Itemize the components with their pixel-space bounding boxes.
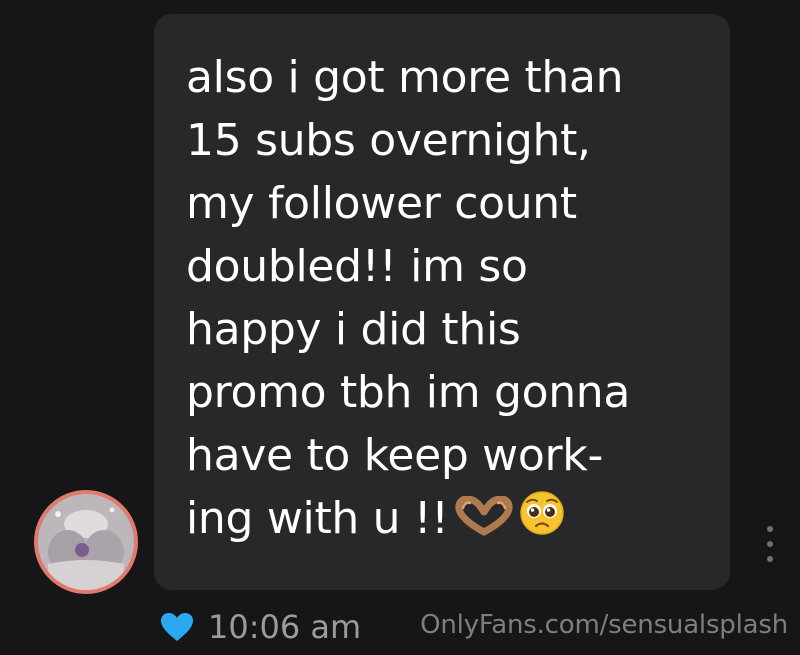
watermark: OnlyFans.com/sensualsplash bbox=[420, 610, 788, 640]
message-bubble[interactable]: also i got more than 15 subs overnight, … bbox=[154, 14, 730, 590]
message-line: my follower count bbox=[186, 178, 577, 229]
message-line: happy i did this bbox=[186, 304, 521, 355]
message-text: also i got more than 15 subs overnight, … bbox=[186, 46, 706, 553]
more-vertical-icon-dot bbox=[767, 556, 773, 562]
more-vertical-icon-dot bbox=[767, 541, 773, 547]
sender-avatar[interactable] bbox=[34, 490, 138, 594]
message-line: ing with u !! bbox=[186, 493, 449, 544]
message-line: also i got more than bbox=[186, 52, 624, 103]
message-meta: 10:06 am bbox=[160, 604, 361, 650]
heart-hands-emoji bbox=[455, 490, 513, 553]
pleading-face-emoji bbox=[519, 490, 565, 553]
message-line: promo tbh im gonna bbox=[186, 367, 631, 418]
avatar-photo bbox=[38, 494, 134, 590]
message-options-button[interactable] bbox=[760, 526, 780, 562]
heart-icon[interactable] bbox=[160, 612, 194, 642]
message-line: have to keep work- bbox=[186, 430, 604, 481]
message-timestamp: 10:06 am bbox=[208, 608, 362, 646]
message-line: 15 subs overnight, bbox=[186, 115, 591, 166]
chat-screen: also i got more than 15 subs overnight, … bbox=[0, 0, 800, 655]
more-vertical-icon bbox=[767, 526, 773, 532]
message-line: doubled!! im so bbox=[186, 241, 528, 292]
